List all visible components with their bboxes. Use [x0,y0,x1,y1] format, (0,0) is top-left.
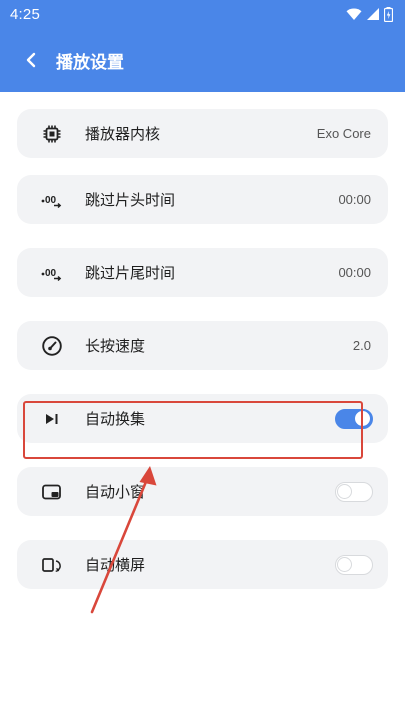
status-bar: 4:25 [0,0,405,28]
toggle-knob [337,556,352,572]
chip-icon [39,121,65,147]
setting-label: 自动小窗 [85,483,146,501]
setting-auto-next-episode[interactable]: 自动换集 [17,394,388,443]
auto-next-toggle[interactable] [335,408,373,429]
speedometer-icon [39,333,65,359]
setting-label: 跳过片尾时间 [85,264,176,282]
skip-time-icon: 00 [39,187,65,213]
setting-label: 跳过片头时间 [85,191,176,209]
signal-icon [367,7,379,20]
skip-next-icon [39,406,65,432]
svg-text:00: 00 [45,268,57,279]
setting-long-press-speed[interactable]: 长按速度 2.0 [17,321,388,370]
page-title: 播放设置 [56,52,124,73]
rotate-screen-icon [39,552,65,578]
svg-text:00: 00 [45,195,57,206]
setting-value: 00:00 [338,265,371,280]
toggle-knob [353,408,372,428]
battery-icon [384,6,393,22]
top-bar: 4:25 播放设置 [0,0,405,92]
setting-skip-outro[interactable]: 00 跳过片尾时间 00:00 [17,248,388,297]
setting-label: 自动换集 [85,410,146,428]
setting-value: 2.0 [352,338,371,353]
status-icons [346,6,393,22]
setting-label: 播放器内核 [85,125,161,143]
auto-landscape-toggle[interactable] [335,554,373,575]
app-bar: 播放设置 [0,40,405,80]
setting-value: Exo Core [316,126,371,141]
chevron-left-icon [26,52,36,68]
toggle-knob [337,483,352,499]
wifi-icon [346,8,362,20]
setting-auto-pip[interactable]: 自动小窗 [17,467,388,516]
setting-label: 自动横屏 [85,556,146,574]
status-time: 4:25 [10,5,40,23]
setting-skip-intro[interactable]: 00 跳过片头时间 00:00 [17,175,388,224]
skip-time-icon: 00 [39,260,65,286]
picture-in-picture-icon [39,479,65,505]
setting-label: 长按速度 [85,337,146,355]
setting-auto-landscape[interactable]: 自动横屏 [17,540,388,589]
app-root: 4:25 播放设置 播放器内核 Exo Core 00 跳过片头时间 00:00… [0,0,405,720]
auto-pip-toggle[interactable] [335,481,373,502]
setting-player-core[interactable]: 播放器内核 Exo Core [17,109,388,158]
back-button[interactable] [18,47,44,73]
setting-value: 00:00 [338,192,371,207]
